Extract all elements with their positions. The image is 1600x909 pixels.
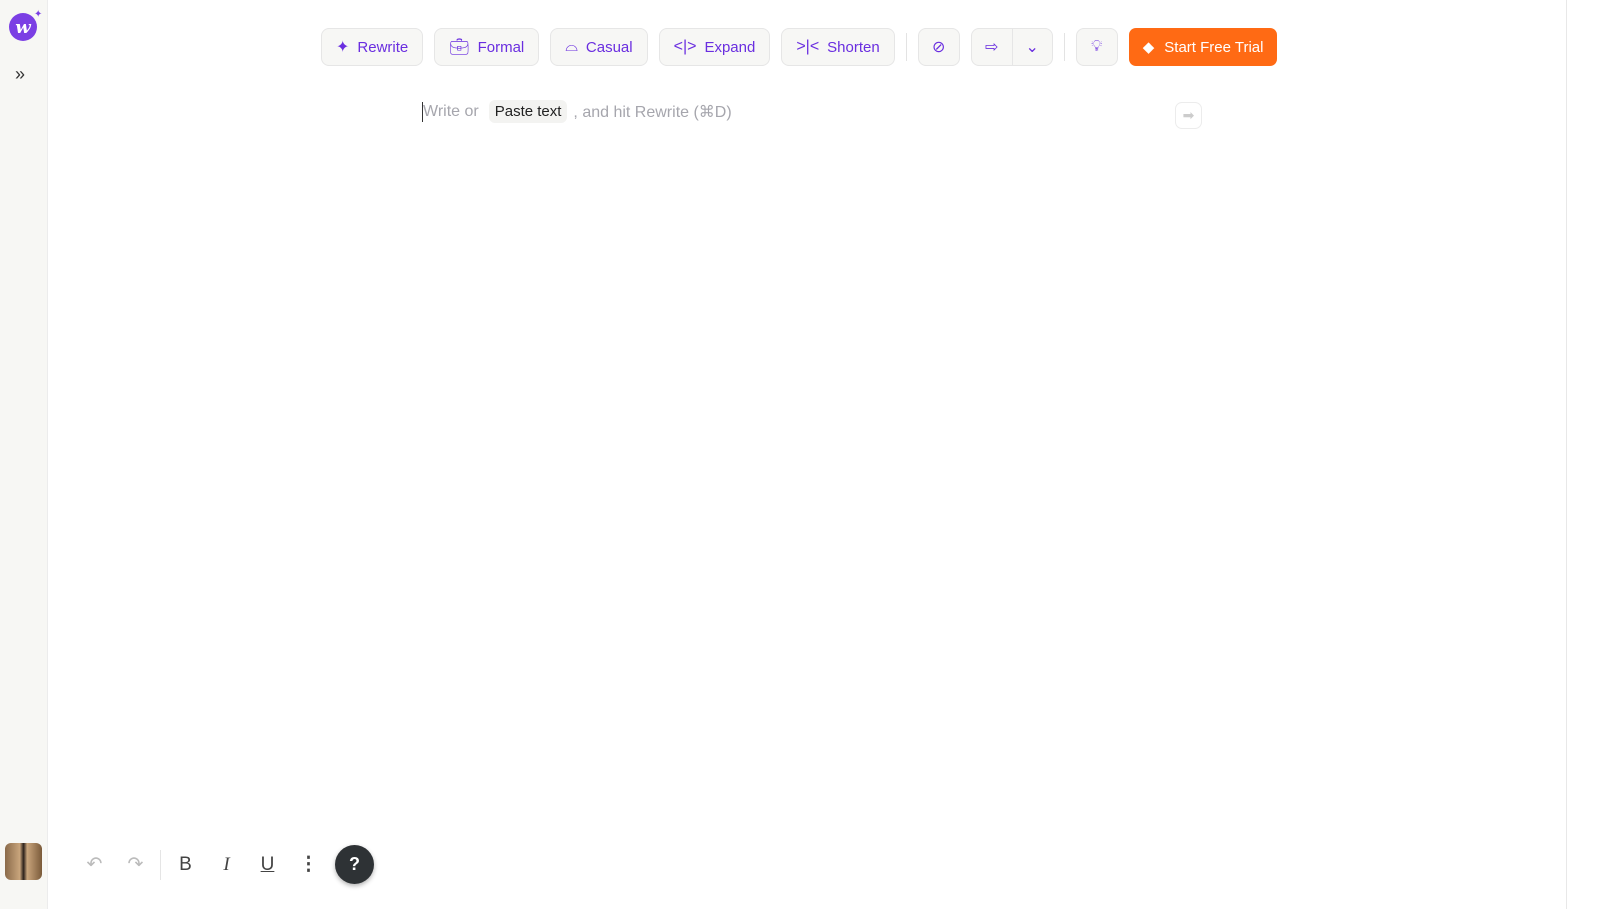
- chevrons-right-icon[interactable]: »: [15, 64, 25, 85]
- sneaker-icon: ⌓: [565, 38, 578, 55]
- shorten-label: Shorten: [827, 38, 880, 56]
- casual-button[interactable]: ⌓ Casual: [550, 28, 648, 66]
- divider: [905, 33, 907, 61]
- sparkles-icon: ✦: [336, 39, 350, 56]
- sidebar: w ✦ »: [0, 0, 48, 909]
- logo[interactable]: w: [9, 13, 37, 41]
- arrow-right-icon: ➡: [1182, 107, 1195, 123]
- rewrite-label: Rewrite: [357, 38, 409, 56]
- shorten-button[interactable]: >|< Shorten: [781, 28, 895, 66]
- help-button[interactable]: ?: [335, 845, 374, 884]
- placeholder-text: Write or: [423, 102, 479, 120]
- submit-arrow-button[interactable]: ➡: [1175, 102, 1202, 129]
- formal-label: Formal: [477, 38, 525, 56]
- more-vertical-icon[interactable]: ⋮: [288, 846, 329, 884]
- arrow-right-icon[interactable]: ⇨: [972, 29, 1012, 65]
- trial-label: Start Free Trial: [1164, 38, 1264, 56]
- continue-split-button: ⇨ ⌄: [970, 28, 1053, 66]
- redo-icon[interactable]: ↷: [115, 846, 156, 884]
- expand-label: Expand: [704, 38, 756, 56]
- sparkle-icon: ✦: [34, 9, 43, 20]
- underline-icon[interactable]: U: [247, 846, 288, 884]
- blend-button[interactable]: ⊘: [917, 28, 960, 66]
- chevron-down-icon[interactable]: ⌄: [1011, 29, 1052, 65]
- editor[interactable]: Write or Paste text , and hit Rewrite (⌘…: [422, 100, 732, 123]
- paste-text-button[interactable]: Paste text: [488, 100, 568, 123]
- bold-icon[interactable]: B: [165, 846, 206, 884]
- expand-button[interactable]: <|> Expand: [658, 28, 771, 66]
- overlap-circles-icon: ⊘: [932, 39, 946, 56]
- start-free-trial-button[interactable]: ◆ Start Free Trial: [1128, 28, 1278, 66]
- avatar[interactable]: [5, 843, 42, 880]
- diamond-icon: ◆: [1142, 39, 1155, 56]
- placeholder-text-after: , and hit Rewrite (⌘D): [573, 103, 732, 121]
- undo-icon[interactable]: ↶: [74, 846, 115, 884]
- format-toolbar: ↶ ↷ B I U ⋮ ?: [74, 845, 374, 884]
- shorten-icon: >|<: [796, 38, 820, 55]
- formal-button[interactable]: 💼︎ Formal: [434, 28, 540, 66]
- lightbulb-icon: 💡︎: [1091, 38, 1103, 55]
- italic-icon[interactable]: I: [206, 846, 247, 884]
- divider: [1063, 33, 1065, 61]
- ideas-button[interactable]: 💡︎: [1075, 28, 1118, 66]
- scrollbar[interactable]: [1566, 0, 1600, 909]
- rewrite-button[interactable]: ✦ Rewrite: [321, 28, 424, 66]
- briefcase-icon: 💼︎: [449, 39, 470, 56]
- divider: [160, 849, 161, 880]
- toolbar: ✦ Rewrite 💼︎ Formal ⌓ Casual <|> Expand >|< S…: [321, 28, 1278, 66]
- expand-icon: <|>: [673, 38, 697, 55]
- casual-label: Casual: [585, 38, 633, 56]
